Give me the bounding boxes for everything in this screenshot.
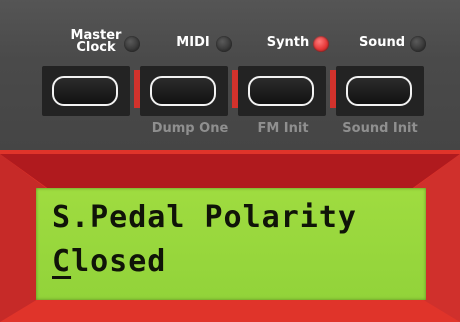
midi-button[interactable] (150, 76, 216, 106)
sound-button[interactable] (346, 76, 412, 106)
display-bezel-top (0, 154, 460, 190)
master-clock-button[interactable] (52, 76, 118, 106)
midi-button-well (140, 66, 228, 116)
lcd-line-2: Closed (52, 244, 166, 279)
fm-init-label: FM Init (257, 121, 309, 136)
midi-led-icon (216, 36, 232, 52)
lcd-display: S.Pedal Polarity Closed (36, 188, 426, 300)
sound-button-well (336, 66, 424, 116)
sound-label: Sound (358, 35, 406, 50)
lcd-line-2-text: losed (71, 244, 167, 279)
lcd-line-1: S.Pedal Polarity (52, 200, 357, 235)
midi-label: MIDI (176, 35, 210, 50)
master-clock-button-well (42, 66, 130, 116)
synth-button[interactable] (248, 76, 314, 106)
master-clock-label: Master Clock (70, 29, 122, 55)
lcd-cursor-char: C (52, 244, 72, 279)
synth-button-well (238, 66, 326, 116)
synth-led-icon (313, 36, 329, 52)
sound-led-icon (410, 36, 426, 52)
master-clock-led-icon (124, 36, 140, 52)
control-panel: Master Clock MIDI Synth Sound Dump One F… (0, 0, 460, 150)
dump-one-label: Dump One (151, 121, 229, 136)
master-clock-label-line2: Clock (76, 40, 116, 55)
sound-init-label: Sound Init (342, 121, 418, 136)
synth-label: Synth (266, 35, 310, 50)
